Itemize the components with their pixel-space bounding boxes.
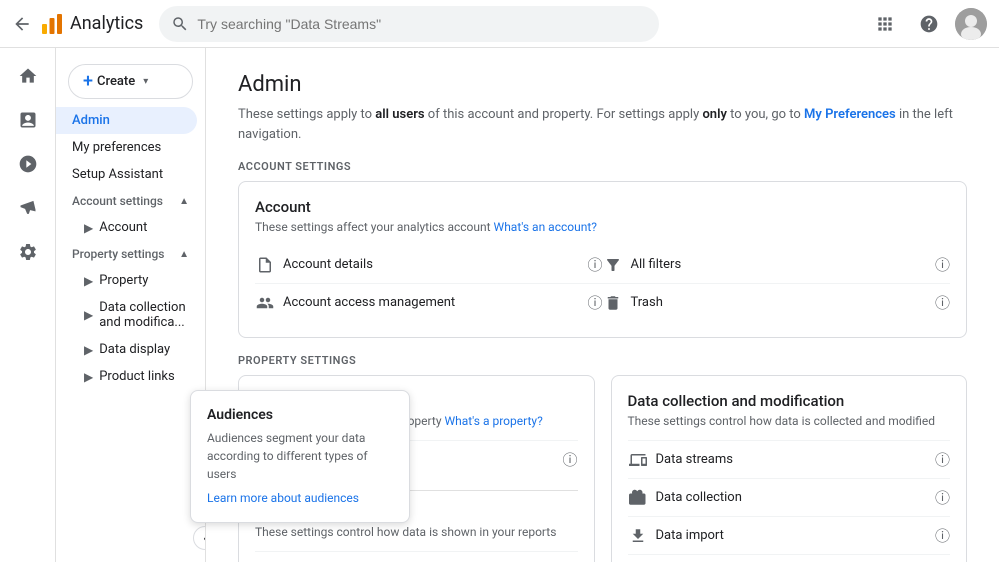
- account-settings-section-label: ACCOUNT SETTINGS: [238, 160, 967, 173]
- right-column: Data collection and modification These s…: [611, 375, 968, 562]
- trash-info-icon[interactable]: ⓘ: [935, 292, 950, 313]
- data-streams-label: Data streams: [656, 452, 733, 467]
- account-settings-group[interactable]: Account settings ▲: [56, 188, 205, 214]
- sidebar-item-admin[interactable]: Admin: [56, 107, 197, 134]
- audiences-tooltip: Audiences Audiences segment your data ac…: [190, 390, 410, 523]
- all-filters-row[interactable]: All filters ⓘ: [603, 246, 951, 283]
- explore-icon[interactable]: [8, 144, 48, 184]
- sidebar-item-data-collection[interactable]: ▶ Data collection and modifica...: [56, 294, 205, 336]
- plus-icon: +: [83, 71, 93, 92]
- setup-assistant-label: Setup Assistant: [72, 167, 163, 182]
- property-settings-group[interactable]: Property settings ▲: [56, 241, 205, 267]
- sidebar-collapse-button[interactable]: ‹: [193, 526, 206, 550]
- sidebar-item-my-preferences[interactable]: My preferences: [56, 134, 197, 161]
- data-collection-info-icon[interactable]: ⓘ: [935, 487, 950, 508]
- sidebar: + Create ▾ Admin My preferences Setup As…: [56, 48, 206, 562]
- filter-icon: [603, 255, 623, 275]
- import-icon: [628, 526, 648, 546]
- advertising-icon[interactable]: [8, 188, 48, 228]
- help-icon[interactable]: [911, 6, 947, 42]
- people-icon: [255, 293, 275, 313]
- page-description: These settings apply to all users of thi…: [238, 105, 967, 144]
- chevron-up-icon: ▲: [179, 196, 189, 207]
- chevron-right-icon3: ▶: [84, 308, 93, 322]
- search-input[interactable]: [197, 16, 647, 32]
- icon-rail: [0, 48, 56, 562]
- data-collection-desc: These settings control how data is colle…: [628, 414, 951, 428]
- data-collection-label: Data collection: [656, 490, 742, 505]
- tooltip-learn-more-link[interactable]: Learn more about audiences: [207, 491, 359, 505]
- whats-account-link[interactable]: What's an account?: [494, 220, 597, 234]
- topbar: Analytics: [0, 0, 999, 48]
- dropdown-arrow-icon: ▾: [143, 76, 148, 87]
- app-logo: Analytics: [40, 12, 143, 36]
- account-card-title: Account: [255, 198, 950, 216]
- account-details-label: Account details: [283, 257, 373, 272]
- account-settings-label: Account settings: [72, 194, 163, 208]
- my-preferences-link[interactable]: My Preferences: [804, 107, 896, 122]
- tooltip-desc: Audiences segment your data according to…: [207, 429, 393, 483]
- property-settings-section-label: PROPERTY SETTINGS: [238, 354, 967, 367]
- data-display-card-desc: These settings control how data is shown…: [255, 525, 578, 539]
- reports-icon[interactable]: [8, 100, 48, 140]
- trash-label: Trash: [631, 295, 663, 310]
- data-collection-title: Data collection and modification: [628, 392, 951, 410]
- whats-property-link[interactable]: What's a property?: [444, 414, 542, 428]
- trash-icon: [603, 293, 623, 313]
- data-streams-row[interactable]: Data streams ⓘ: [628, 440, 951, 478]
- data-import-label: Data import: [656, 528, 724, 543]
- tooltip-title: Audiences: [207, 407, 393, 423]
- chevron-right-icon4: ▶: [84, 343, 93, 357]
- my-preferences-label: My preferences: [72, 140, 161, 155]
- account-access-row[interactable]: Account access management ⓘ: [255, 283, 603, 321]
- collection-icon: [628, 488, 648, 508]
- sidebar-item-data-display[interactable]: ▶ Data display: [56, 336, 205, 363]
- events-row[interactable]: Events ⓘ: [255, 551, 578, 562]
- page-title: Admin: [238, 72, 967, 97]
- create-label: Create: [97, 74, 135, 89]
- sidebar-item-product-links[interactable]: ▶ Product links: [56, 363, 205, 390]
- property-details-info-icon[interactable]: ⓘ: [562, 449, 577, 470]
- topbar-right: [867, 6, 987, 42]
- admin-label: Admin: [72, 113, 110, 128]
- back-button[interactable]: [12, 14, 32, 34]
- home-icon[interactable]: [8, 56, 48, 96]
- sidebar-item-account[interactable]: ▶ Account: [56, 214, 205, 241]
- chevron-up-icon2: ▲: [179, 249, 189, 260]
- all-filters-label: All filters: [631, 257, 682, 272]
- sidebar-item-property[interactable]: ▶ Property: [56, 267, 205, 294]
- property-settings-label: Property settings: [72, 247, 164, 261]
- create-button[interactable]: + Create ▾: [68, 64, 193, 99]
- chevron-right-icon: ▶: [84, 221, 93, 235]
- account-details-info-icon[interactable]: ⓘ: [587, 254, 602, 275]
- user-avatar[interactable]: [955, 8, 987, 40]
- data-streams-info-icon[interactable]: ⓘ: [935, 449, 950, 470]
- apps-icon[interactable]: [867, 6, 903, 42]
- account-card-desc: These settings affect your analytics acc…: [255, 220, 950, 234]
- data-import-row[interactable]: Data import ⓘ: [628, 516, 951, 554]
- streams-icon: [628, 450, 648, 470]
- account-card: Account These settings affect your analy…: [238, 181, 967, 338]
- all-filters-info-icon[interactable]: ⓘ: [935, 254, 950, 275]
- account-details-row[interactable]: Account details ⓘ: [255, 246, 603, 283]
- data-import-info-icon[interactable]: ⓘ: [935, 525, 950, 546]
- sidebar-item-setup-assistant[interactable]: Setup Assistant: [56, 161, 197, 188]
- trash-row[interactable]: Trash ⓘ: [603, 283, 951, 321]
- data-collection-row[interactable]: Data collection ⓘ: [628, 478, 951, 516]
- account-access-info-icon[interactable]: ⓘ: [587, 292, 602, 313]
- search-bar[interactable]: [159, 6, 659, 42]
- account-access-label: Account access management: [283, 295, 455, 310]
- main-layout: + Create ▾ Admin My preferences Setup As…: [0, 48, 999, 562]
- app-title: Analytics: [70, 13, 143, 34]
- chevron-right-icon2: ▶: [84, 274, 93, 288]
- doc-icon: [255, 255, 275, 275]
- chevron-right-icon5: ▶: [84, 370, 93, 384]
- data-collection-card: Data collection and modification These s…: [611, 375, 968, 562]
- configure-icon[interactable]: [8, 232, 48, 272]
- data-retention-row[interactable]: Data retention ⓘ: [628, 554, 951, 562]
